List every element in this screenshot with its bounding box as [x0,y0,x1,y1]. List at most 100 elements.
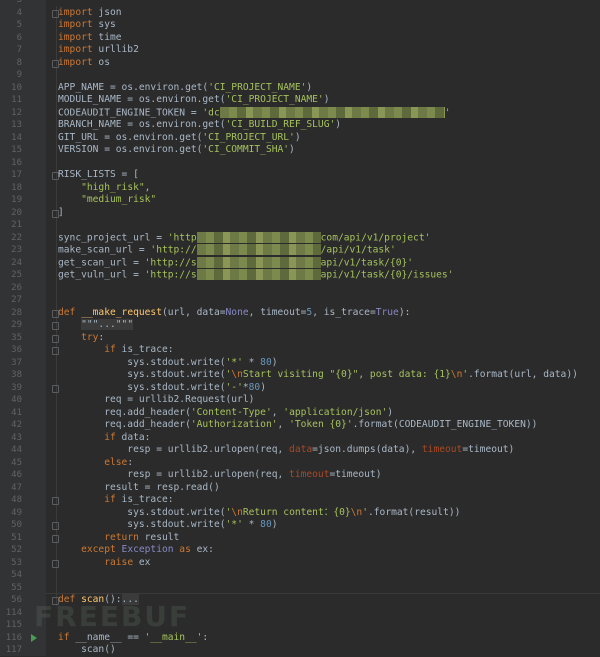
code-token: , [277,419,290,430]
code-line[interactable]: 50 sys.stdout.write('*' * 80) [0,519,600,532]
code-line[interactable]: 52 except Exception as ex: [0,544,600,557]
line-number: 14 [11,132,22,143]
code-token: sys.stdout.write( [58,506,226,518]
code-token: except [81,544,122,555]
code-line[interactable]: 20] [0,207,600,220]
code-token: VERSION = os.environ.get( [58,144,203,155]
line-number: 8 [16,57,22,68]
code-line[interactable]: 21 [0,219,600,232]
code-line[interactable]: 7 import urllib2 [0,44,600,57]
code-line[interactable]: 12 CODEAUDIT_ENGINE_TOKEN = 'dc ' [0,106,600,120]
code-line[interactable]: 42 req.add_header('Authorization', 'Toke… [0,419,600,432]
code-line[interactable]: 53 raise ex [0,557,600,570]
code-text: sys.stdout.write('\nReturn content：{0}\n… [58,507,460,520]
code-line[interactable]: 46 resp = urllib2.urlopen(req, timeout=t… [0,469,600,482]
run-icon[interactable] [31,633,37,642]
code-token: else [104,456,128,468]
code-line[interactable]: 25 get_vuln_url = 'http://s api/v1/task/{0… [0,269,600,282]
code-token: =timeout) [462,444,515,455]
code-token: "high_risk" [81,181,145,193]
code-line[interactable]: 49 sys.stdout.write('\nReturn content：{0… [0,507,600,520]
code-token: ) [289,144,295,155]
code-token: 80 [248,381,261,393]
code-line[interactable]: 28 def __make_request(url, data=None, tim… [0,307,600,320]
code-token: sync_project_url = [58,232,168,243]
code-line[interactable]: 24 get_scan_url = 'http://s api/v1/task/{0… [0,256,600,270]
code-line[interactable]: 4 import json [0,7,600,20]
code-text: else: [58,457,133,470]
line-number: 40 [11,395,22,405]
code-line[interactable]: 13 BRANCH_NAME = os.environ.get('CI_BUILD… [0,119,600,132]
code-line[interactable]: 51 return result [0,532,600,545]
code-line[interactable]: 9 [0,69,600,82]
code-token: if [58,631,70,643]
code-text: sys.stdout.write('-'*80) [58,382,266,395]
redacted-block [196,231,321,243]
line-number: 20 [11,207,22,218]
line-number: 15 [11,145,22,155]
code-line[interactable]: 18 "high_risk", [0,182,600,195]
code-token: req.add_header( [58,419,191,430]
code-token: 'Content-Type' [190,406,272,418]
line-number: 10 [11,82,22,93]
code-text: resp = urllib2.urlopen(req, data=json.du… [58,444,514,457]
code-line[interactable]: 45 else: [0,457,600,470]
code-token: ) [335,119,342,130]
code-text: if data: [58,432,150,445]
code-line[interactable]: 36 if is_trace: [0,344,600,357]
code-token: 'http://s [144,257,197,268]
code-line[interactable]: 43 if data: [0,432,600,445]
code-token: 'application/json' [283,406,388,418]
code-line[interactable]: 6 import time [0,32,600,45]
code-text: make_scan_url = 'http:// /api/v1/task' [58,244,396,257]
code-text: scan() [58,644,116,657]
code-text: import time [58,32,122,45]
code-line[interactable]: 35 try: [0,332,600,345]
line-number: 54 [11,570,22,580]
line-number: 53 [11,557,22,568]
code-line[interactable]: 16 [0,157,600,170]
code-token: CODEAUDIT_ENGINE_TOKEN = [58,107,203,118]
code-line[interactable]: 38 sys.stdout.write('\nStart visiting "{… [0,369,600,382]
code-line[interactable]: 19 "medium_risk" [0,194,600,207]
code-line[interactable]: 11 MODULE_NAME = os.environ.get('CI_PROJE… [0,94,600,107]
line-number: 41 [11,407,22,418]
code-line[interactable]: 41 req.add_header('Content-Type', 'appli… [0,407,600,420]
code-line[interactable]: 15 VERSION = os.environ.get('CI_COMMIT_SH… [0,144,600,157]
code-token: .format(url, data)) [468,369,578,380]
code-line[interactable]: 17 RISK_LISTS = [ [0,169,600,182]
code-token: 'http [167,232,197,243]
code-line[interactable]: 8 import os [0,57,600,70]
line-number: 11 [11,95,22,105]
code-line[interactable]: 117 scan() [0,644,600,657]
line-number: 9 [16,70,22,80]
code-line[interactable]: 10 APP_NAME = os.environ.get('CI_PROJECT_… [0,82,600,95]
code-token: import [58,31,93,43]
code-token: '__main__' [144,631,203,643]
code-token: 'CI_PROJECT_URL' [202,131,295,143]
code-line[interactable]: 40 req = urllib2.Request(url) [0,394,600,407]
code-line[interactable]: 44 resp = urllib2.urlopen(req, data=json… [0,444,600,457]
code-line[interactable]: 54 [0,569,600,582]
code-line[interactable]: 29 """...""" [0,319,600,332]
code-line[interactable]: 27 [0,294,600,307]
code-token: sys.stdout.write( [58,519,226,530]
code-line[interactable]: 26 [0,282,600,295]
code-line[interactable]: 22 sync_project_url = 'http com/api/v1/pro… [0,231,600,245]
code-line[interactable]: 39 sys.stdout.write('-'*80) [0,382,600,395]
code-line[interactable]: 116 if __name__ == '__main__': [0,632,600,645]
code-line[interactable]: 14 GIT_URL = os.environ.get('CI_PROJECT_U… [0,132,600,145]
code-text: RISK_LISTS = [ [58,169,139,182]
code-line[interactable]: 48 if is_trace: [0,494,600,507]
code-token: timeout [289,469,330,480]
code-line[interactable]: 5 import sys [0,19,600,32]
code-text: req.add_header('Authorization', 'Token {… [58,419,537,432]
code-line[interactable]: 23 make_scan_url = 'http:// /api/v1/task' [0,244,600,257]
code-editor[interactable]: 3 4 import json 5 import sys 6 import time 7 imp… [0,0,600,657]
code-token: req = urllib2.Request(url) [58,394,255,405]
code-line[interactable]: 47 result = resp.read() [0,482,600,495]
redacted-block [196,244,321,255]
code-line[interactable]: 37 sys.stdout.write('*' * 80) [0,357,600,370]
